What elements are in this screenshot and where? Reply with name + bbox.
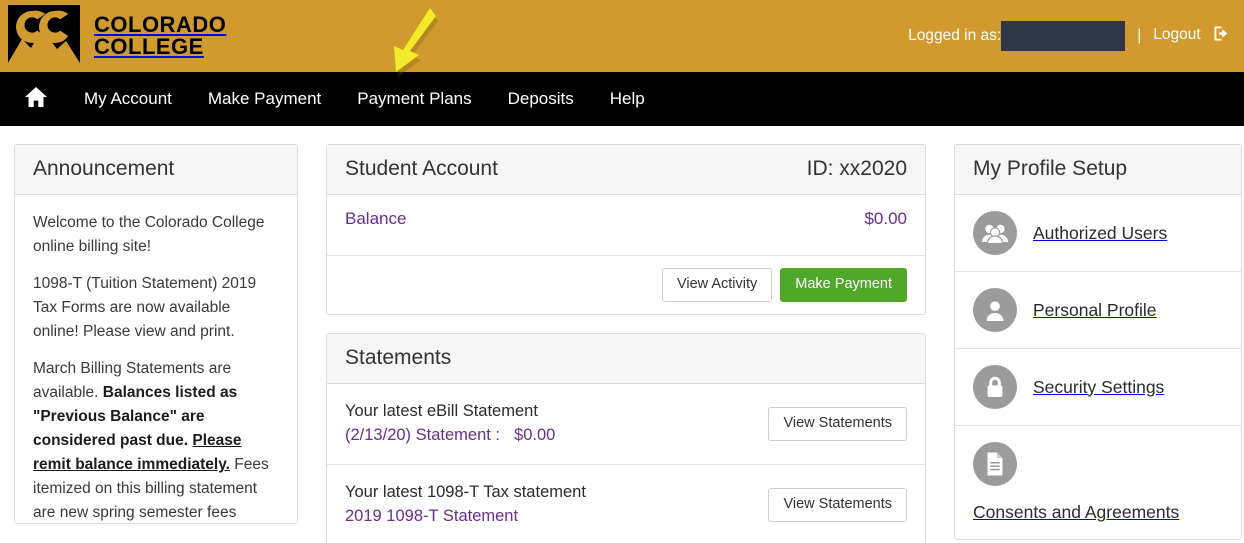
statement-date-link[interactable]: (2/13/20) Statement :	[345, 426, 500, 444]
student-account-panel-header: Student Account ID: xx2020	[327, 145, 925, 195]
profile-setup-title: My Profile Setup	[973, 157, 1128, 180]
page-title: Announcement	[33, 157, 175, 180]
sidebar-item-label: Personal Profile	[1033, 299, 1157, 320]
statement-text: Your latest eBill Statement (2/13/20) St…	[345, 400, 555, 448]
statements-title: Statements	[345, 345, 452, 369]
logout-button[interactable]: Logout	[1153, 25, 1230, 47]
profile-setup-panel-header: My Profile Setup	[955, 145, 1241, 195]
statement-1098t-link[interactable]: 2019 1098-T Statement	[345, 507, 518, 525]
logo-line-2: COLLEGE	[94, 34, 204, 59]
sidebar-item-authorized-users[interactable]: Authorized Users	[955, 195, 1241, 271]
statement-heading: Your latest 1098-T Tax statement	[345, 482, 586, 501]
announcement-panel: Announcement Welcome to the Colorado Col…	[14, 144, 298, 524]
nav-item-help[interactable]: Help	[592, 72, 663, 126]
statement-subline: (2/13/20) Statement : $0.00	[345, 424, 555, 448]
statement-row-1098t: Your latest 1098-T Tax statement 2019 10…	[327, 463, 925, 543]
statement-heading: Your latest eBill Statement	[345, 401, 538, 420]
statements-panel: Statements Your latest eBill Statement (…	[326, 332, 926, 543]
sidebar-item-personal-profile[interactable]: Personal Profile	[955, 271, 1241, 348]
statements-panel-header: Statements	[327, 333, 925, 384]
student-account-id: ID: xx2020	[806, 157, 907, 180]
view-activity-button[interactable]: View Activity	[661, 268, 773, 302]
lock-icon	[973, 365, 1017, 409]
announcement-text: Welcome to the Colorado College online b…	[15, 195, 297, 523]
student-account-title: Student Account	[345, 157, 498, 180]
balance-link[interactable]: Balance	[345, 209, 406, 229]
nav-item-my-account[interactable]: My Account	[66, 72, 190, 126]
colorado-college-cc-mountain-logo	[8, 4, 80, 68]
nav-item-deposits[interactable]: Deposits	[490, 72, 592, 126]
statement-row-ebill: Your latest eBill Statement (2/13/20) St…	[327, 384, 925, 464]
home-icon	[24, 86, 48, 113]
users-group-icon	[973, 211, 1017, 255]
left-column: Announcement Welcome to the Colorado Col…	[14, 144, 298, 524]
header-account-area: Logged in as: | Logout	[908, 21, 1230, 51]
student-account-actions: View Activity Make Payment	[327, 255, 925, 314]
document-icon	[973, 442, 1017, 486]
center-column: Student Account ID: xx2020 Balance $0.00…	[326, 144, 926, 543]
balance-amount: $0.00	[864, 209, 907, 228]
view-statements-button[interactable]: View Statements	[768, 406, 907, 441]
profile-setup-panel: My Profile Setup Authorized Users Person…	[954, 144, 1242, 540]
page-content: Announcement Welcome to the Colorado Col…	[0, 126, 1244, 543]
header-separator: |	[1137, 27, 1142, 44]
make-payment-button[interactable]: Make Payment	[780, 268, 907, 302]
sidebar-item-label: Consents and Agreements	[973, 502, 1180, 522]
nav-item-payment-plans[interactable]: Payment Plans	[339, 72, 489, 126]
sidebar-item-label: Security Settings	[1033, 376, 1165, 397]
main-navigation: My Account Make Payment Payment Plans De…	[0, 72, 1244, 126]
announcement-panel-header: Announcement	[15, 145, 297, 195]
logo-line-1: COLORADO	[94, 11, 227, 37]
nav-item-make-payment[interactable]: Make Payment	[190, 72, 339, 126]
balance-row: Balance $0.00	[327, 195, 925, 255]
logout-label: Logout	[1153, 26, 1201, 43]
announcement-paragraph: Welcome to the Colorado College online b…	[33, 214, 265, 256]
announcement-paragraph: 1098-T (Tuition Statement) 2019 Tax Form…	[33, 275, 257, 341]
logo-wordmark: COLORADO COLLEGE	[94, 11, 227, 59]
right-column: My Profile Setup Authorized Users Person…	[954, 144, 1242, 540]
site-header: COLORADO COLLEGE Logged in as: | Logout	[0, 0, 1244, 77]
logged-in-username-redacted	[1001, 21, 1126, 51]
sidebar-item-security-settings[interactable]: Security Settings	[955, 348, 1241, 425]
user-person-icon	[973, 288, 1017, 332]
announcement-paragraph: March Billing Statements are available. …	[33, 360, 269, 522]
statement-subline: 2019 1098-T Statement	[345, 505, 586, 529]
statement-text: Your latest 1098-T Tax statement 2019 10…	[345, 481, 586, 529]
view-statements-button[interactable]: View Statements	[768, 487, 907, 522]
sidebar-item-consents-and-agreements[interactable]: Consents and Agreements	[955, 425, 1241, 539]
logged-in-label: Logged in as:	[908, 27, 1002, 44]
site-logo[interactable]: COLORADO COLLEGE	[8, 4, 227, 68]
sidebar-item-label: Authorized Users	[1033, 222, 1168, 243]
sidebar-item-home[interactable]	[24, 86, 66, 113]
statement-amount: $0.00	[514, 425, 556, 444]
student-account-panel: Student Account ID: xx2020 Balance $0.00…	[326, 144, 926, 315]
sign-out-icon	[1213, 25, 1230, 47]
